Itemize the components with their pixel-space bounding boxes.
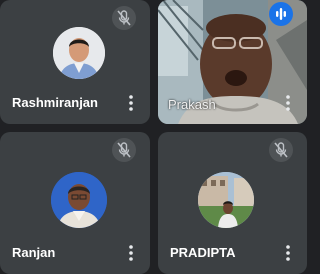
more-vert-icon[interactable] xyxy=(128,94,134,112)
mic-off-icon xyxy=(269,138,293,162)
participant-tile-ranjan[interactable]: Ranjan xyxy=(0,132,150,274)
participant-name: Rashmiranjan xyxy=(12,95,98,110)
avatar xyxy=(51,172,107,228)
more-vert-icon[interactable] xyxy=(285,244,291,262)
participant-name: Ranjan xyxy=(12,245,56,260)
participant-name: Prakash xyxy=(168,97,216,112)
participant-name: PRADIPTA xyxy=(170,245,236,260)
audio-level-icon xyxy=(269,2,293,26)
participant-tile-pradipta[interactable]: PRADIPTA xyxy=(158,132,307,274)
participant-tile-prakash[interactable]: Prakash xyxy=(158,0,307,124)
more-vert-icon[interactable] xyxy=(285,94,291,112)
avatar xyxy=(198,172,254,228)
participant-tile-rashmiranjan[interactable]: Rashmiranjan xyxy=(0,0,150,124)
mic-off-icon xyxy=(112,138,136,162)
mic-off-icon xyxy=(112,6,136,30)
avatar xyxy=(53,27,105,79)
more-vert-icon[interactable] xyxy=(128,244,134,262)
